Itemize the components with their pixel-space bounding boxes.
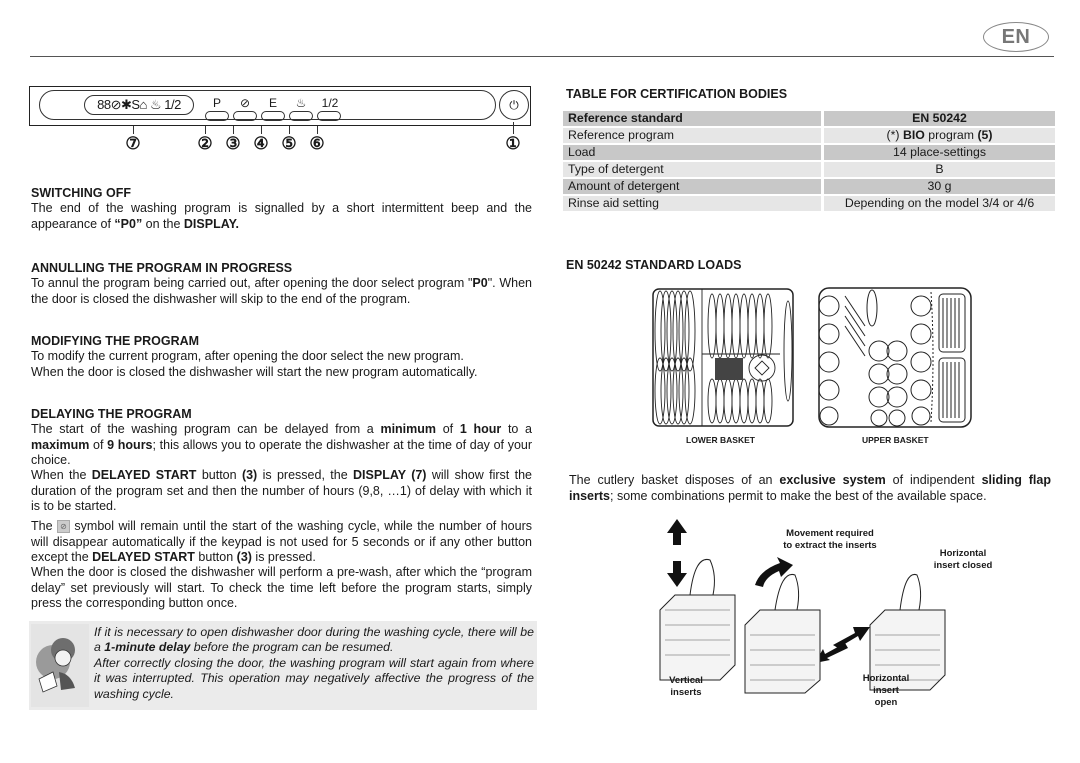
table-cell-value: (*) BIO program (5) bbox=[821, 128, 1055, 143]
table-row: Load 14 place-settings bbox=[563, 145, 1055, 160]
header-divider bbox=[30, 56, 1054, 57]
table-row: Type of detergent B bbox=[563, 162, 1055, 177]
heading-modifying: MODIFYING THE PROGRAM bbox=[31, 334, 200, 348]
para-cutlery: The cutlery basket disposes of an exclus… bbox=[569, 473, 1051, 503]
note-box: If it is necessary to open dishwasher do… bbox=[29, 621, 537, 710]
certification-table: Reference standard EN 50242 Reference pr… bbox=[563, 109, 1055, 213]
header-cell: Reference standard bbox=[563, 111, 821, 126]
leader-line bbox=[289, 126, 290, 134]
table-row: Rinse aid setting Depending on the model… bbox=[563, 196, 1055, 211]
table-cell-label: Amount of detergent bbox=[563, 179, 821, 194]
arrow-up-icon bbox=[667, 519, 687, 545]
leader-line bbox=[261, 126, 262, 134]
para-delaying-1: The start of the washing program can be … bbox=[31, 422, 533, 467]
lower-basket-label: LOWER BASKET bbox=[686, 435, 755, 445]
cartoon-woman-illustration bbox=[31, 624, 89, 707]
program-button[interactable] bbox=[205, 111, 229, 121]
leader-line bbox=[317, 126, 318, 134]
callout-7: ⑦ bbox=[125, 134, 141, 153]
standard-loads-title: EN 50242 STANDARD LOADS bbox=[566, 258, 742, 272]
power-button[interactable]: ⏻ bbox=[499, 90, 529, 120]
table-cell-value: 14 place-settings bbox=[821, 145, 1055, 160]
eco-button[interactable] bbox=[289, 111, 313, 121]
callout-1: ① bbox=[505, 134, 521, 153]
arrow-down-icon bbox=[667, 561, 687, 587]
display-7: 88⊘✱S⌂ ♨ 1/2 bbox=[84, 95, 194, 115]
header-cell: EN 50242 bbox=[821, 111, 1055, 126]
panel-inner-frame: 88⊘✱S⌂ ♨ 1/2 P ⊘ E ♨ 1/2 bbox=[39, 90, 496, 121]
program-button-symbol: P bbox=[212, 96, 221, 110]
e-button-symbol: E bbox=[268, 96, 277, 110]
label-horizontal-insert-open: Horizontal insert open bbox=[862, 673, 910, 708]
label-vertical-inserts: Vertical inserts bbox=[669, 675, 703, 698]
table-cell-label: Rinse aid setting bbox=[563, 196, 821, 211]
upper-basket-illustration bbox=[817, 286, 973, 429]
heading-annulling: ANNULLING THE PROGRAM IN PROGRESS bbox=[31, 261, 293, 275]
leader-line bbox=[513, 122, 514, 134]
delay-clock-icon: ⊘ bbox=[56, 520, 70, 533]
delay-button-symbol: ⊘ bbox=[239, 96, 251, 110]
label-movement-required: Movement required to extract the inserts bbox=[783, 528, 877, 551]
para-delaying-4: When the door is closed the dishwasher w… bbox=[31, 565, 532, 610]
leader-line bbox=[233, 126, 234, 134]
half-load-button-symbol: 1/2 bbox=[321, 96, 339, 110]
para-delaying-3: The ⊘ symbol will remain until the start… bbox=[31, 519, 532, 564]
table-cell-value: B bbox=[821, 162, 1055, 177]
callout-6: ⑥ bbox=[309, 134, 325, 153]
note-text: If it is necessary to open dishwasher do… bbox=[94, 625, 534, 701]
table-row: Reference program (*) BIO program (5) bbox=[563, 128, 1055, 143]
table-header-row: Reference standard EN 50242 bbox=[563, 111, 1055, 126]
leader-line bbox=[205, 126, 206, 134]
power-icon: ⏻ bbox=[509, 97, 519, 112]
table-cell-value: 30 g bbox=[821, 179, 1055, 194]
para-annulling: To annul the program being carried out, … bbox=[31, 276, 532, 306]
arrow-diagonal-icon bbox=[833, 627, 870, 648]
delayed-start-button[interactable] bbox=[233, 111, 257, 121]
half-load-button[interactable] bbox=[317, 111, 341, 121]
callout-2: ② bbox=[197, 134, 213, 153]
table-cell-label: Load bbox=[563, 145, 821, 160]
table-cell-label: Reference program bbox=[563, 128, 821, 143]
callout-4: ④ bbox=[253, 134, 269, 153]
table-row: Amount of detergent 30 g bbox=[563, 179, 1055, 194]
eco-button-symbol: ♨ bbox=[295, 96, 307, 110]
table-cell-value: Depending on the model 3/4 or 4/6 bbox=[821, 196, 1055, 211]
para-modifying: To modify the current program, after ope… bbox=[31, 349, 478, 379]
display-symbols: 88⊘✱S⌂ ♨ 1/2 bbox=[97, 97, 181, 112]
heading-switching-off: SWITCHING OFF bbox=[31, 186, 131, 200]
upper-basket-label: UPPER BASKET bbox=[862, 435, 929, 445]
para-switching-off: The end of the washing program is signal… bbox=[31, 201, 532, 231]
control-panel-diagram: 88⊘✱S⌂ ♨ 1/2 P ⊘ E ♨ 1/2 ⏻ bbox=[29, 86, 531, 126]
lower-basket-illustration bbox=[650, 286, 796, 429]
leader-line bbox=[133, 126, 134, 134]
callout-5: ⑤ bbox=[281, 134, 297, 153]
table-cell-label: Type of detergent bbox=[563, 162, 821, 177]
label-horizontal-insert-closed: Horizontal insert closed bbox=[933, 548, 993, 571]
certification-table-title: TABLE FOR CERTIFICATION BODIES bbox=[566, 87, 788, 101]
e-button[interactable] bbox=[261, 111, 285, 121]
heading-delaying: DELAYING THE PROGRAM bbox=[31, 407, 192, 421]
callout-3: ③ bbox=[225, 134, 241, 153]
language-badge: EN bbox=[983, 22, 1049, 52]
para-delaying-2: When the DELAYED START button (3) is pre… bbox=[31, 468, 532, 513]
curved-arrow-up-icon bbox=[755, 557, 793, 587]
